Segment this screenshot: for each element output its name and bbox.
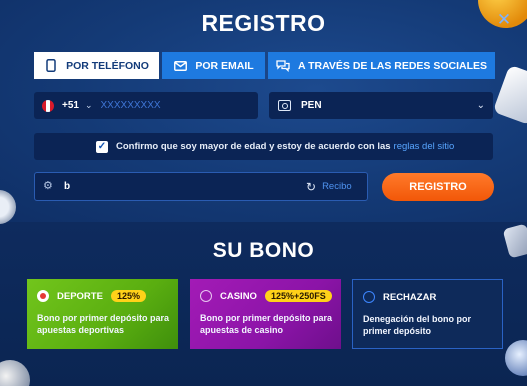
peru-flag-icon[interactable] <box>42 99 54 112</box>
dialog-title: REGISTRO <box>201 10 326 36</box>
close-icon[interactable]: ✕ <box>496 11 512 28</box>
phone-input[interactable] <box>100 100 221 111</box>
radio-button[interactable] <box>37 290 49 302</box>
bonus-title: SU BONO <box>212 239 315 262</box>
bonus-card-sport[interactable]: DEPORTE 125% Bono por primer depósito pa… <box>27 279 178 349</box>
chevron-down-icon: ⌄ <box>476 100 485 111</box>
bonus-card-description: Bono por primer depósito para apuestas d… <box>200 313 333 335</box>
cash-icon <box>278 100 291 111</box>
gear-icon: ⚙ <box>43 180 53 192</box>
bonus-badge: 125% <box>110 290 146 302</box>
register-button[interactable]: REGISTRO <box>382 173 494 201</box>
chat-icon <box>276 59 290 73</box>
tab-email-label: POR EMAIL <box>195 59 254 72</box>
tab-email[interactable]: POR EMAIL <box>162 52 265 79</box>
bonus-card-description: Denegación del bono por primer depósito <box>363 314 472 336</box>
bonus-card-header: DEPORTE 125% <box>37 290 146 302</box>
radio-button[interactable] <box>363 291 375 303</box>
phone-prefix[interactable]: +51 <box>62 100 79 111</box>
bonus-card-name: CASINO <box>220 290 257 302</box>
bonus-card-description: Bono por primer depósito para apuestas d… <box>37 313 170 335</box>
phone-field: +51 ⌄ <box>34 92 258 119</box>
bonus-card-header: RECHAZAR <box>363 291 436 303</box>
confirm-checkbox[interactable]: ✓ <box>96 140 108 153</box>
age-confirmation: ✓ Confirmo que soy mayor de edad y estoy… <box>34 133 493 160</box>
bonus-card-name: DEPORTE <box>57 290 103 302</box>
promo-code-field: ⚙ ↻ Recibo <box>34 172 368 201</box>
currency-value: PEN <box>301 100 322 111</box>
bonus-card-casino[interactable]: CASINO 125%+250FS Bono por primer depósi… <box>190 279 341 349</box>
tab-social[interactable]: A TRAVÉS DE LAS REDES SOCIALES <box>268 52 495 79</box>
chevron-down-icon[interactable]: ⌄ <box>85 100 93 111</box>
bonus-card-name: RECHAZAR <box>383 291 437 303</box>
bonus-card-reject[interactable]: RECHAZAR Denegación del bono por primer … <box>352 279 503 349</box>
site-rules-link[interactable]: reglas del sitio <box>394 141 455 152</box>
reload-icon[interactable]: ↻ <box>306 180 316 194</box>
envelope-icon <box>173 59 187 73</box>
registration-tabs: POR TELÉFONO POR EMAIL A TRAVÉS DE LAS R… <box>34 52 495 79</box>
bonus-card-header: CASINO 125%+250FS <box>200 290 332 302</box>
tab-social-label: A TRAVÉS DE LAS REDES SOCIALES <box>297 59 488 72</box>
promo-code-input[interactable] <box>64 181 304 192</box>
bonus-badge: 125%+250FS <box>264 290 332 302</box>
currency-select[interactable]: PEN ⌄ <box>269 92 493 119</box>
recibo-link[interactable]: Recibo <box>322 181 352 192</box>
tab-phone[interactable]: POR TELÉFONO <box>34 52 159 79</box>
confirm-text: Confirmo que soy mayor de edad y estoy d… <box>116 141 391 152</box>
radio-button[interactable] <box>200 290 212 302</box>
tab-phone-label: POR TELÉFONO <box>66 59 149 72</box>
phone-icon <box>44 59 58 73</box>
